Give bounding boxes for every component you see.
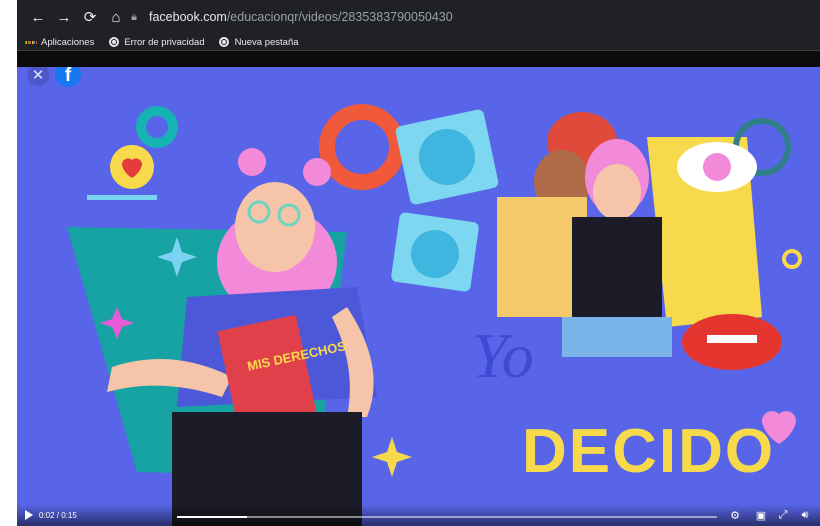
globe-icon	[108, 37, 119, 47]
browser-toolbar: ← → ⟳ ⌂ 🔒︎ facebook.com /educacionqr/vid…	[17, 0, 820, 34]
blue-dash	[87, 195, 157, 200]
globe-icon	[219, 37, 230, 47]
decido-text: DECIDO	[522, 417, 775, 486]
hair-bun-right	[303, 158, 331, 186]
apps-grid-icon	[25, 37, 36, 48]
url-path: /educacionqr/videos/2835383790050430	[226, 10, 453, 24]
picture-in-picture-icon[interactable]: ▣	[755, 509, 767, 522]
bookmark-label: Nueva pestaña	[234, 36, 299, 48]
yo-text: Yo	[472, 320, 534, 391]
teal-ring	[136, 106, 178, 148]
bookmark-label: Aplicaciones	[41, 36, 95, 48]
girl-face	[235, 182, 315, 272]
bookmark-new-tab[interactable]: Nueva pestaña	[219, 37, 299, 48]
page-header-strip	[17, 51, 820, 67]
back-icon[interactable]: ←	[27, 6, 49, 28]
sparkle-icon	[372, 437, 412, 477]
fullscreen-icon[interactable]: ⤢	[777, 509, 789, 521]
url-host: facebook.com	[149, 10, 227, 24]
address-bar[interactable]: 🔒︎ facebook.com /educacionqr/videos/2835…	[127, 6, 453, 28]
orange-ring	[319, 104, 405, 190]
volume-icon[interactable]: 🔊︎	[799, 509, 811, 521]
yellow-dot	[782, 249, 802, 269]
video-time: 0:02 / 0:15	[39, 511, 77, 520]
lock-icon: 🔒︎	[131, 10, 137, 23]
bookmark-privacy-error[interactable]: Error de privacidad	[108, 36, 205, 48]
hair-bun-left	[238, 148, 266, 176]
bookmarks-bar: Aplicaciones Error de privacidad Nueva p…	[17, 34, 820, 51]
condom-ring-2	[411, 230, 459, 278]
lips-teeth	[707, 335, 757, 343]
home-icon[interactable]: ⌂	[105, 6, 127, 28]
video-player[interactable]: MIS DERECHOS Yo DECIDO ✕ f 0:02 / 0:15 ⚙…	[17, 67, 820, 526]
video-controls: 0:02 / 0:15 ⚙ ▣ ⤢ 🔊︎	[17, 504, 820, 526]
browser-window: ← → ⟳ ⌂ 🔒︎ facebook.com /educacionqr/vid…	[17, 0, 820, 526]
eye-iris	[703, 153, 731, 181]
video-artwork: MIS DERECHOS Yo DECIDO	[67, 104, 802, 526]
bookmark-label: Error de privacidad	[124, 36, 205, 48]
settings-gear-icon[interactable]: ⚙	[729, 509, 741, 522]
reload-icon[interactable]: ⟳	[79, 6, 101, 28]
play-icon[interactable]	[25, 510, 33, 520]
couple-girl-jeans	[562, 317, 672, 357]
couple-girl-face	[593, 164, 641, 220]
seek-progress	[177, 516, 248, 518]
bookmark-apps[interactable]: Aplicaciones	[25, 37, 94, 48]
forward-icon[interactable]: →	[53, 6, 75, 28]
seek-bar[interactable]	[177, 516, 717, 518]
nav-buttons: ← → ⟳ ⌂	[27, 0, 131, 34]
condom-ring-1	[419, 129, 475, 185]
